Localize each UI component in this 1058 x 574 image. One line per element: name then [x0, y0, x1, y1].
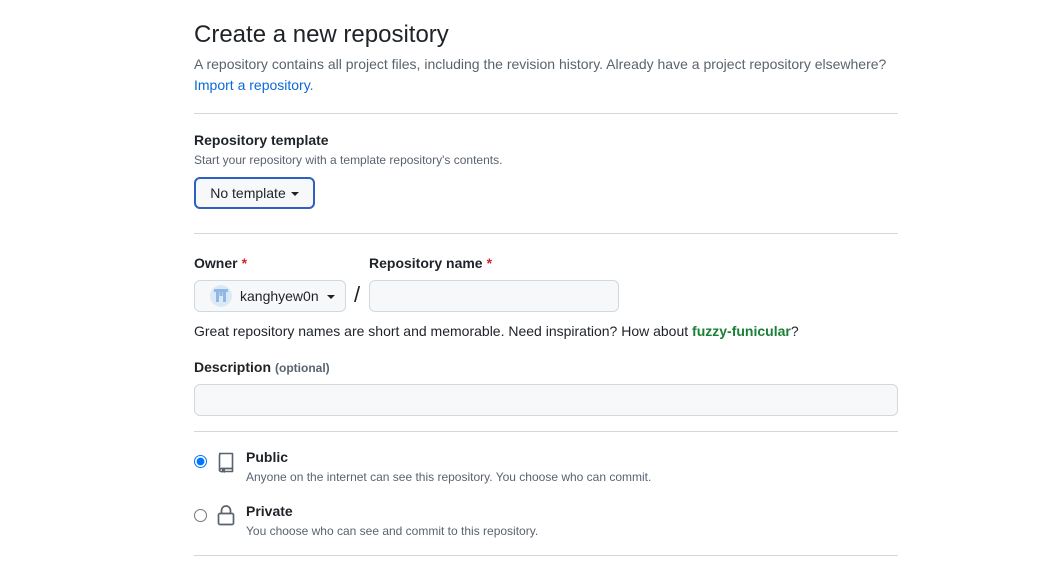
owner-label: Owner * [194, 253, 247, 273]
template-note: Start your repository with a template re… [194, 153, 503, 167]
divider [194, 113, 898, 114]
avatar [210, 285, 232, 307]
page-subtitle: A repository contains all project files,… [194, 54, 898, 96]
lock-icon [217, 505, 235, 526]
template-label: Repository template [194, 132, 329, 148]
public-option-title: Public [246, 449, 289, 465]
divider [194, 233, 898, 234]
repo-icon [218, 452, 234, 473]
new-repository-page: Create a new repository A repository con… [0, 0, 1058, 574]
subtitle-text: A repository contains all project files,… [194, 56, 887, 72]
page-title: Create a new repository [194, 21, 449, 48]
divider [194, 431, 898, 432]
caret-down-icon [326, 294, 335, 299]
divider [194, 555, 898, 556]
owner-label-text: Owner [194, 255, 238, 271]
owner-dropdown-button[interactable]: kanghyew0n [194, 280, 346, 312]
repository-name-input[interactable] [369, 280, 619, 312]
private-option-description: You choose who can see and commit to thi… [246, 524, 539, 538]
suggested-name-link[interactable]: fuzzy-funicular [692, 323, 791, 339]
owner-repo-separator: / [354, 282, 361, 307]
import-repository-link[interactable]: Import a repository [194, 77, 310, 93]
description-label: Description (optional) [194, 357, 330, 378]
caret-down-icon [290, 191, 299, 196]
public-option-description: Anyone on the internet can see this repo… [246, 470, 652, 484]
public-radio[interactable] [194, 455, 207, 468]
description-label-text: Description [194, 359, 272, 375]
private-radio[interactable] [194, 509, 207, 522]
description-input[interactable] [194, 384, 898, 416]
avatar-identicon-icon [210, 285, 232, 307]
hint-text: Great repository names are short and mem… [194, 323, 693, 339]
import-link-period: . [309, 77, 314, 93]
repository-name-label-text: Repository name [369, 255, 483, 271]
optional-mark: (optional) [275, 361, 330, 375]
required-mark: * [241, 255, 248, 271]
private-option-title: Private [246, 503, 293, 519]
repository-name-label: Repository name * [369, 253, 492, 273]
hint-end: ? [790, 323, 799, 339]
repository-name-hint: Great repository names are short and mem… [194, 321, 799, 341]
owner-username: kanghyew0n [240, 288, 319, 304]
template-button-label: No template [210, 185, 286, 201]
template-dropdown-button[interactable]: No template [194, 177, 315, 209]
required-mark: * [486, 255, 493, 271]
